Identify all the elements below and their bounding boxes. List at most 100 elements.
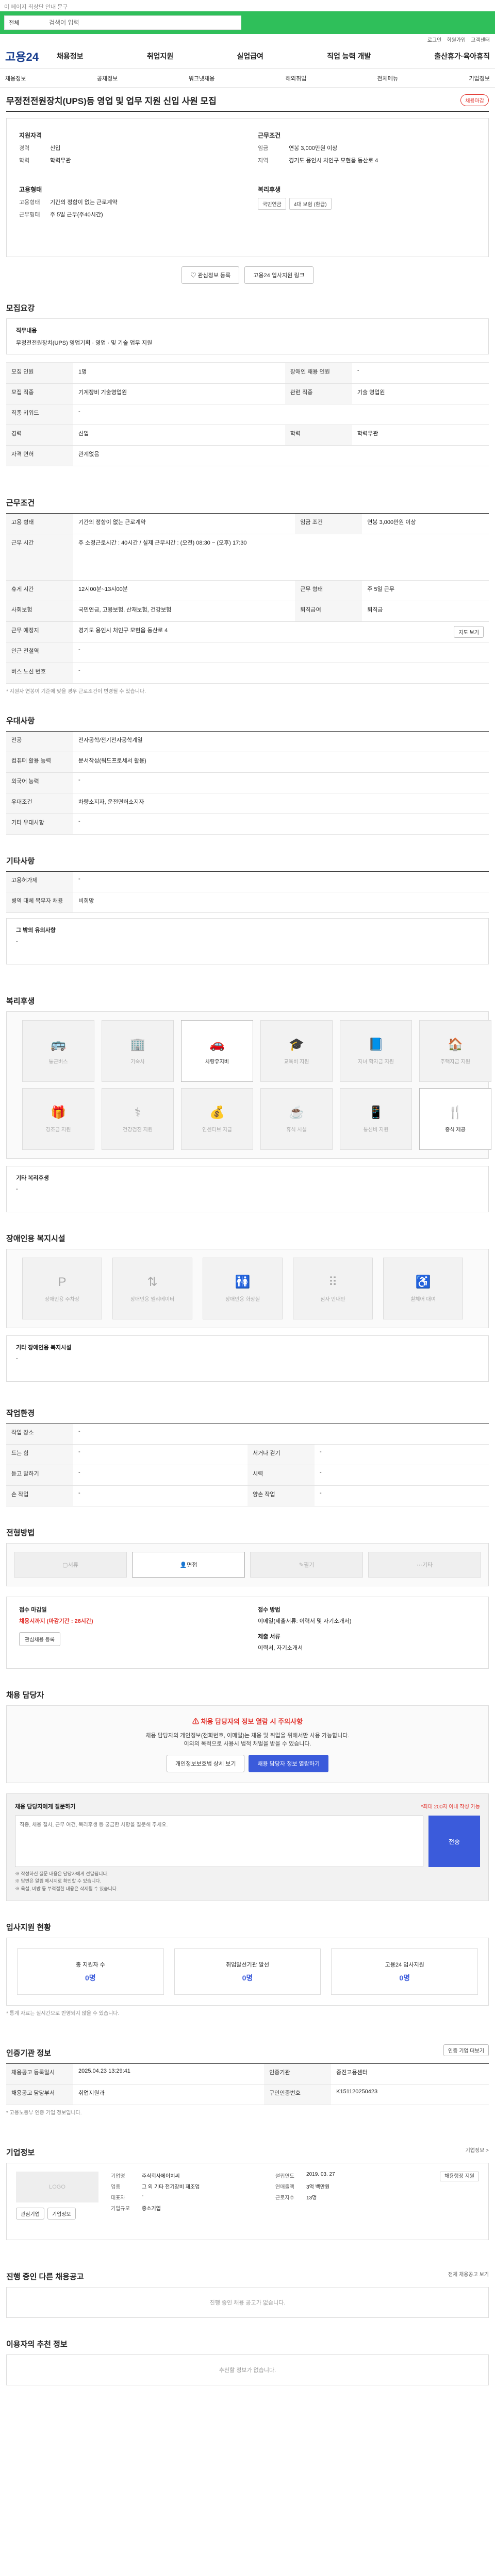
table-row: 직종 키워드 - — [6, 404, 489, 425]
reco-title: 이용자의 추천 정보 — [6, 2340, 68, 2349]
table-key: 휴게 시간 — [6, 580, 73, 601]
help-link[interactable]: 고객센터 — [471, 36, 490, 43]
subnav-item[interactable]: 채용정보 — [5, 74, 26, 82]
more-icon: ⋯ — [416, 1562, 422, 1568]
table-value: 연봉 3,000만원 이상 — [362, 513, 489, 534]
company-title: 기업정보 — [6, 2148, 35, 2158]
table-value: - — [73, 642, 489, 663]
workplace-address: 경기도 용인시 처인구 모현읍 동산로 4 — [78, 628, 168, 634]
process-step: ✎ 필기 — [250, 1552, 363, 1578]
env-table: 작업 장소 - 드는 힘 - 서거나 걷기 - 듣고 말하기 - 시력 - 손 작업 - 양손 작… — [6, 1423, 489, 1506]
gnb-item[interactable]: 실업급여 — [237, 51, 263, 61]
disability-label: 장애인용 주차장 — [44, 1296, 80, 1302]
map-button[interactable]: 지도 보기 — [454, 626, 484, 638]
question-input[interactable] — [15, 1816, 423, 1867]
disability-parking: P 장애인용 주차장 — [22, 1258, 102, 1319]
share-button[interactable]: 고용24 입사지원 링크 — [244, 266, 314, 284]
table-row: 우대조건 차량소지자, 운전면허소지자 — [6, 793, 489, 814]
question-foot: ※ 작성하신 질문 내용은 담당자에게 전달됩니다. — [15, 1871, 109, 1876]
table-row: 듣고 말하기 - 시력 - — [6, 1465, 489, 1486]
company-value: 주식회사에이치씨 — [142, 2174, 180, 2180]
gnb-item[interactable]: 직업 능력 개발 — [327, 51, 371, 61]
welfare-label: 통근버스 — [48, 1059, 68, 1065]
privacy-button[interactable]: 개인정보보호법 상세 보기 — [167, 1755, 245, 1772]
subnav-item[interactable]: 기업정보 — [469, 74, 490, 82]
table-value: - — [315, 1465, 489, 1486]
warning-body2: 이외의 목적으로 사용시 법적 처벌을 받을 수 있습니다. — [184, 1741, 311, 1747]
status-title: 입사지원 현황 — [6, 1923, 51, 1933]
join-link[interactable]: 회원가입 — [447, 36, 466, 43]
work-note: * 지원자 연봉이 기준에 맞을 경우 근로조건이 변경될 수 있습니다. — [6, 689, 146, 694]
gnb-item[interactable]: 취업지원 — [147, 51, 174, 61]
company-value: 중소기업 — [142, 2206, 161, 2212]
table-key: 경력 — [6, 425, 73, 446]
welfare-tuition: 📘 자녀 학자금 지원 — [340, 1020, 412, 1082]
view-contact-button[interactable]: 채용 담당자 정보 열람하기 — [249, 1755, 328, 1772]
subnav-item[interactable]: 워크넷채용 — [189, 74, 215, 82]
table-key: 퇴직급여 — [295, 601, 362, 622]
cert-table: 채용공고 등록일시 2025.04.23 13:29:41 인증기관 중진고용센터 채… — [6, 2063, 489, 2106]
search-scope-select[interactable]: 전체 — [5, 19, 46, 27]
welfare-label: 인센티브 지급 — [202, 1127, 232, 1133]
deadline-heading: 접수 마감일 — [19, 1607, 47, 1613]
table-value: 중진고용센터 — [331, 2063, 489, 2085]
company-more-link[interactable]: 기업정보 > — [466, 2146, 489, 2154]
gnb-item[interactable]: 채용정보 — [57, 51, 84, 61]
ongoing-link[interactable]: 전체 채용공고 보기 — [448, 2270, 489, 2278]
env-title: 작업환경 — [6, 1409, 35, 1418]
welfare-car: 🚗 차량유지비 — [181, 1020, 253, 1082]
braille-icon: ⠿ — [328, 1275, 338, 1289]
disability-grid: P 장애인용 주차장 ⇅ 장애인용 엘리베이터 🚻 장애인용 화장실 ⠿ 점자 안내판 … — [6, 1249, 489, 1328]
table-key: 고용허가제 — [6, 871, 73, 892]
table-row: 병역 대체 복무자 채용 비희망 — [6, 892, 489, 913]
table-row: 모집 직종 기계장비 기술영업원 관련 직종 기술 영업원 — [6, 383, 489, 404]
subnav-item[interactable]: 해외취업 — [286, 74, 306, 82]
restroom-icon: 🚻 — [235, 1275, 251, 1289]
table-key: 버스 노선 번호 — [6, 663, 73, 684]
welfare-grid: 🚌 통근버스 🏢 기숙사 🚗 차량유지비 🎓 교육비 지원 📘 자녀 학자금 지원 🏠 주택… — [6, 1011, 491, 1159]
interest-button[interactable]: ♡ 관심정보 등록 — [182, 266, 240, 284]
subnav-item[interactable]: 전체메뉴 — [377, 74, 398, 82]
table-key: 서거나 걷기 — [248, 1444, 315, 1465]
subnav-item[interactable]: 공채정보 — [97, 74, 118, 82]
interest-job-button[interactable]: 관심채용 등록 — [19, 1632, 60, 1646]
search-input[interactable] — [46, 16, 241, 29]
docs-heading: 제출 서류 — [258, 1634, 280, 1640]
table-value: 국민연금, 고용보험, 산재보험, 건강보험 — [73, 601, 295, 622]
company-value: - — [142, 2193, 144, 2199]
stat-agency: 취업알선기관 알선 0명 — [174, 1948, 321, 1995]
process-step: ⋯ 기타 — [368, 1552, 481, 1578]
company-key: 근로자수 — [275, 2195, 294, 2201]
table-key: 모집 인원 — [6, 363, 73, 384]
table-value: - — [73, 871, 489, 892]
table-key: 병역 대체 복무자 채용 — [6, 892, 73, 913]
cert-more-button[interactable]: 인증 기업 더보기 — [443, 2044, 489, 2057]
table-value: 2025.04.23 13:29:41 — [73, 2063, 265, 2085]
cert-note: * 고용노동부 인증 기업 정보입니다. — [6, 2110, 82, 2116]
table-value: 관계없음 — [73, 445, 489, 466]
stat-total: 총 지원자 수 0명 — [17, 1948, 164, 1995]
docs-value: 이력서, 자기소개서 — [258, 1645, 303, 1651]
disability-etc-label: 기타 장애인용 복지시설 — [16, 1345, 72, 1351]
follow-company-button[interactable]: 관심기업 — [16, 2208, 44, 2220]
company-info-button[interactable]: 기업정보 — [47, 2208, 76, 2220]
table-key: 인증기관 — [264, 2063, 332, 2085]
table-key: 손 작업 — [6, 1485, 73, 1506]
welfare-rest: ☕ 휴식 시설 — [260, 1088, 333, 1150]
table-key: 학력 — [285, 425, 352, 446]
search-bar: 전체 — [0, 11, 495, 34]
login-link[interactable]: 로그인 — [427, 36, 442, 43]
send-button[interactable]: 전송 — [428, 1816, 480, 1867]
recruit-table: 모집 인원 1명 장애인 채용 인원 - 모집 직종 기계장비 기술영업원 관련 직종 기술… — [6, 363, 489, 466]
duty-label: 직무내용 — [16, 328, 37, 334]
table-value: 전자공학/전기전자공학계열 — [73, 731, 489, 752]
job-title: 무정전전원장치(UPS)등 영업 및 업무 지원 신입 사원 모집 — [6, 96, 217, 106]
stat-online: 고용24 입사지원 0명 — [331, 1948, 478, 1995]
gnb-item[interactable]: 출산휴가·육아휴직 — [434, 51, 490, 61]
question-box: 채용 담당자에게 질문하기 *최대 200자 이내 작성 가능 전송 ※ 작성하… — [6, 1793, 489, 1902]
table-row: 휴게 시간 12시00분~13시00분 근무 형태 주 5일 근무 — [6, 580, 489, 601]
ongoing-title: 진행 중인 다른 채용공고 — [6, 2273, 84, 2282]
site-logo[interactable]: 고용24 — [5, 48, 57, 64]
table-row: 고용 형태 기간의 정함이 없는 근로계약 임금 조건 연봉 3,000만원 이상 — [6, 513, 489, 534]
welfare-phone: 📱 통신비 지원 — [340, 1088, 412, 1150]
